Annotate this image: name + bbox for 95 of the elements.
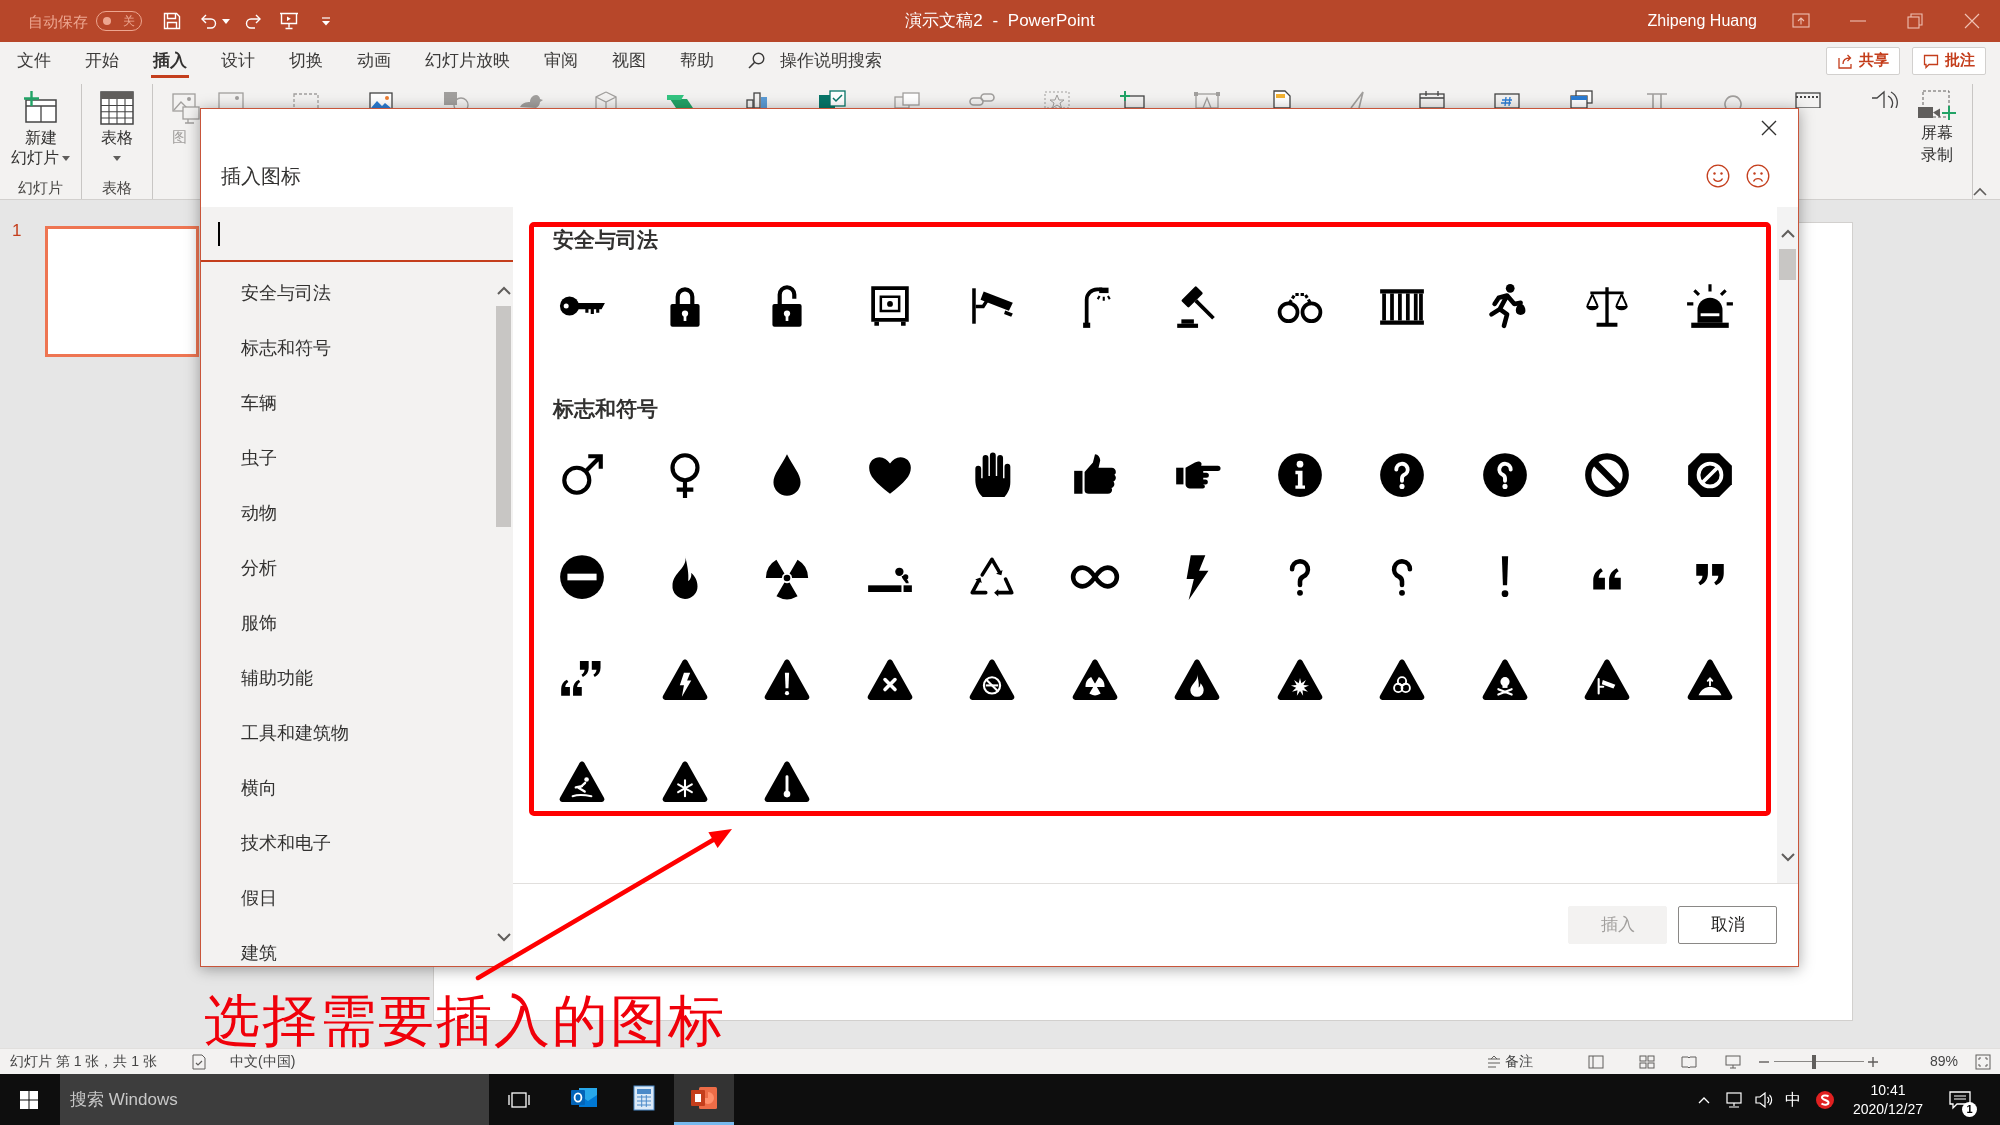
- category-item[interactable]: 假日: [201, 883, 494, 912]
- fit-slide-icon[interactable]: [1975, 1053, 1991, 1070]
- ribbon-tab[interactable]: 动画: [340, 42, 408, 79]
- new-slide-button[interactable]: 新建 幻灯片: [11, 90, 70, 168]
- slide-thumbnail[interactable]: [45, 226, 199, 357]
- grid-document-icon: [630, 1085, 658, 1111]
- group-label: 表格: [102, 179, 132, 197]
- task-view-icon[interactable]: [508, 1090, 530, 1109]
- category-item[interactable]: 分析: [201, 553, 494, 582]
- slider-thumb[interactable]: [1812, 1054, 1817, 1069]
- window-title: 演示文稿2 - PowerPoint: [905, 11, 1095, 31]
- checkbox-form-icon[interactable]: [816, 90, 847, 108]
- presentation-icon[interactable]: [279, 11, 299, 31]
- language-indicator[interactable]: 中文(中国): [230, 1051, 296, 1072]
- plus-icon[interactable]: [1867, 1056, 1878, 1067]
- close-icon[interactable]: [1760, 119, 1778, 137]
- comment-icon: [1923, 52, 1939, 69]
- reading-view-icon[interactable]: [1680, 1053, 1697, 1070]
- screen-recording-button[interactable]: 屏幕 录制: [1912, 79, 1962, 199]
- share-button[interactable]: 共享: [1826, 46, 1900, 75]
- presentation-app-icon: [690, 1085, 718, 1111]
- category-item[interactable]: 车辆: [201, 388, 494, 417]
- ribbon-tab[interactable]: 审阅: [527, 42, 595, 79]
- table-button[interactable]: 表格: [99, 90, 135, 168]
- category-item[interactable]: 安全与司法: [201, 278, 494, 307]
- table-icon: [99, 90, 135, 126]
- chevron-down-icon[interactable]: [1780, 852, 1795, 862]
- category-item[interactable]: 标志和符号: [201, 333, 494, 362]
- normal-view-icon[interactable]: [1587, 1053, 1604, 1070]
- slideshow-icon[interactable]: [1724, 1053, 1741, 1070]
- restore-icon[interactable]: [1905, 12, 1924, 30]
- notification-count: 1: [1962, 1102, 1977, 1117]
- ribbon-tab[interactable]: 帮助: [663, 42, 731, 79]
- category-item[interactable]: 服饰: [201, 608, 494, 637]
- windows-logo-icon[interactable]: [20, 1090, 38, 1109]
- category-item[interactable]: 虫子: [201, 443, 494, 472]
- text-frame-icon[interactable]: [1192, 90, 1222, 108]
- clock-date[interactable]: 2020/12/27: [1852, 1099, 1924, 1119]
- slide-sorter-icon[interactable]: [1638, 1053, 1655, 1070]
- calendar-icon[interactable]: [1417, 90, 1448, 108]
- search-field[interactable]: 搜索 Windows: [60, 1074, 489, 1125]
- text-cursor: [218, 221, 220, 246]
- collapse-ribbon-icon[interactable]: [1973, 187, 1987, 196]
- category-item[interactable]: 辅助功能: [201, 663, 494, 692]
- slide-number: 1: [12, 221, 23, 241]
- ribbon-tab[interactable]: 切换: [272, 42, 340, 79]
- smiley-icon[interactable]: [1706, 164, 1730, 188]
- ribbon-tab[interactable]: 幻灯片放映: [408, 42, 527, 79]
- camera-plus-icon: [1917, 90, 1957, 122]
- annotation-caption: 选择需要插入的图标: [204, 993, 726, 1049]
- scrollbar-thumb[interactable]: [1779, 249, 1796, 280]
- shapes-icon[interactable]: [441, 90, 472, 108]
- ribbon-display-options-icon[interactable]: [1791, 12, 1810, 30]
- taskbar-button[interactable]: [674, 1074, 734, 1125]
- scrollbar-thumb[interactable]: [496, 306, 511, 527]
- ribbon-tab[interactable]: 视图: [595, 42, 663, 79]
- category-item[interactable]: 动物: [201, 498, 494, 527]
- input-language[interactable]: 中: [1779, 1087, 1807, 1112]
- slide-count: 幻灯片 第 1 张，共 1 张: [10, 1052, 158, 1071]
- chevron-down-icon[interactable]: [496, 932, 511, 942]
- autosave-label: 自动保存: [28, 13, 88, 29]
- ribbon-tab[interactable]: 设计: [204, 42, 272, 79]
- ribbon-tab[interactable]: 开始: [68, 42, 136, 79]
- section-heading: 标志和符号: [553, 396, 658, 421]
- customize-menu-icon[interactable]: [321, 16, 331, 26]
- category-item[interactable]: 建筑: [201, 938, 494, 966]
- section-heading: 安全与司法: [553, 228, 658, 252]
- category-item[interactable]: 工具和建筑物: [201, 718, 494, 747]
- notes-button[interactable]: 备注: [1486, 1051, 1533, 1072]
- save-icon[interactable]: [162, 11, 182, 31]
- volume-icon[interactable]: [1755, 1091, 1773, 1108]
- input-method-icon[interactable]: [1815, 1089, 1835, 1110]
- zoom-percent[interactable]: 89%: [1929, 1051, 1958, 1072]
- new-slide-icon: [22, 90, 59, 126]
- hash-frame-icon[interactable]: [1492, 90, 1523, 108]
- user-name[interactable]: Zhipeng Huang: [1647, 9, 1757, 33]
- film-strip-icon[interactable]: [1792, 90, 1823, 108]
- category-item[interactable]: 横向: [201, 773, 494, 802]
- network-icon[interactable]: [1724, 1091, 1744, 1108]
- tell-me-search[interactable]: 操作说明搜索: [748, 42, 882, 79]
- ribbon-label: 图: [172, 128, 187, 146]
- frown-icon[interactable]: [1746, 164, 1770, 188]
- star-frame-icon[interactable]: [1041, 90, 1072, 108]
- cancel-button[interactable]: 取消: [1678, 906, 1777, 944]
- comments-button[interactable]: 批注: [1912, 46, 1986, 75]
- dialog-title: 插入图标: [221, 164, 301, 189]
- clock-time[interactable]: 10:41: [1870, 1080, 1906, 1100]
- ribbon-tab[interactable]: 文件: [0, 42, 68, 79]
- document-check-icon[interactable]: [191, 1053, 208, 1070]
- search-icon: [748, 52, 765, 69]
- category-item[interactable]: 技术和电子: [201, 828, 494, 857]
- share-icon: [1837, 52, 1853, 69]
- notes-icon: [1486, 1054, 1501, 1069]
- group-label: 幻灯片: [18, 179, 63, 197]
- caret-icon[interactable]: [222, 18, 230, 24]
